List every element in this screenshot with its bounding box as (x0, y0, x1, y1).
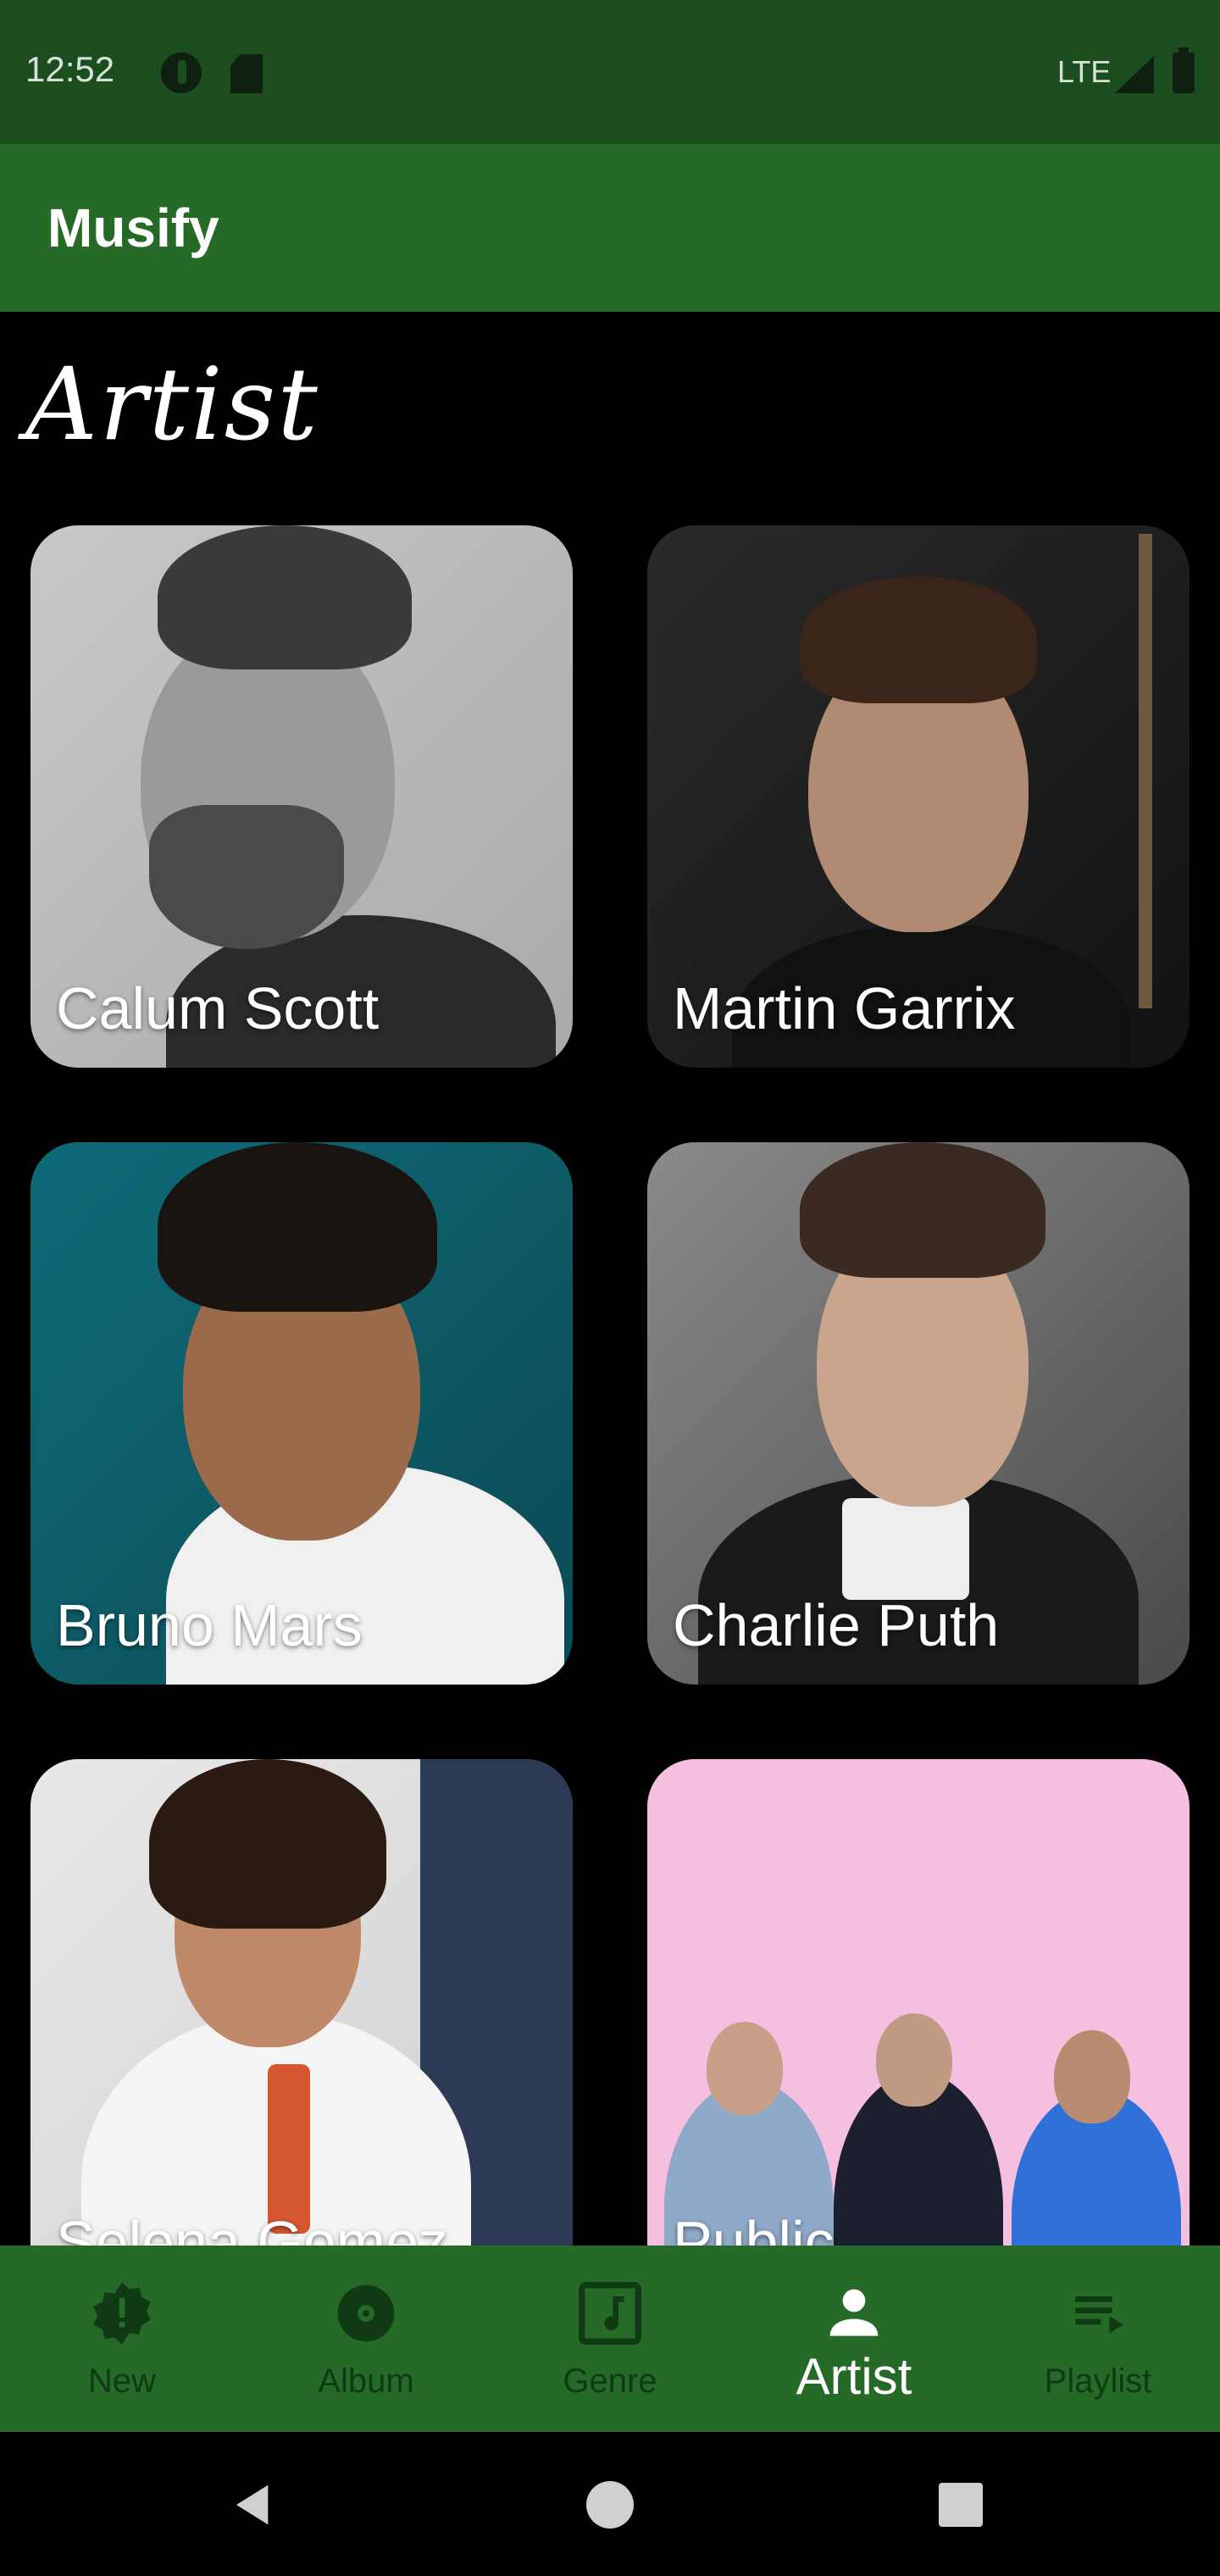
back-icon[interactable] (230, 2479, 278, 2534)
nav-label: Album (318, 2362, 414, 2400)
nav-label: Genre (563, 2362, 657, 2400)
artist-card[interactable]: Charlie Puth (647, 1142, 1190, 1685)
artist-name: Bruno Mars (56, 1592, 363, 1658)
person-icon (820, 2279, 888, 2351)
artist-name: Public (673, 2209, 835, 2246)
artist-name: Selena Gomez (56, 2209, 449, 2246)
nav-item-genre[interactable]: Genre (488, 2246, 732, 2432)
new-badge-icon (88, 2279, 156, 2351)
bottom-navigation: New Album Genre Artist Playlist (0, 2246, 1220, 2432)
nav-item-artist[interactable]: Artist (732, 2246, 976, 2432)
artist-card[interactable]: Calum Scott (30, 525, 573, 1068)
music-note-icon (576, 2279, 644, 2351)
recents-icon[interactable] (939, 2483, 983, 2527)
artist-card[interactable]: Bruno Mars (30, 1142, 573, 1685)
artist-name: Charlie Puth (673, 1592, 1000, 1658)
artist-card[interactable]: Selena Gomez (30, 1759, 573, 2246)
nav-item-new[interactable]: New (0, 2246, 244, 2432)
nav-label: New (87, 2362, 157, 2400)
artist-card[interactable]: Public (647, 1759, 1190, 2246)
artist-name: Martin Garrix (673, 975, 1016, 1041)
artist-name: Calum Scott (56, 975, 380, 1041)
system-navigation-bar (0, 2432, 1220, 2576)
artist-grid[interactable]: Artist Calum Scott Martin Garrix Bruno M… (0, 0, 1220, 2246)
home-icon[interactable] (586, 2481, 634, 2529)
nav-label: Playlist (1044, 2362, 1152, 2400)
artist-card[interactable]: Martin Garrix (647, 525, 1190, 1068)
nav-item-playlist[interactable]: Playlist (976, 2246, 1220, 2432)
nav-item-album[interactable]: Album (244, 2246, 488, 2432)
disc-icon (332, 2279, 400, 2351)
section-title: Artist (25, 346, 319, 463)
nav-label: Artist (796, 2348, 912, 2405)
playlist-icon (1064, 2279, 1132, 2351)
